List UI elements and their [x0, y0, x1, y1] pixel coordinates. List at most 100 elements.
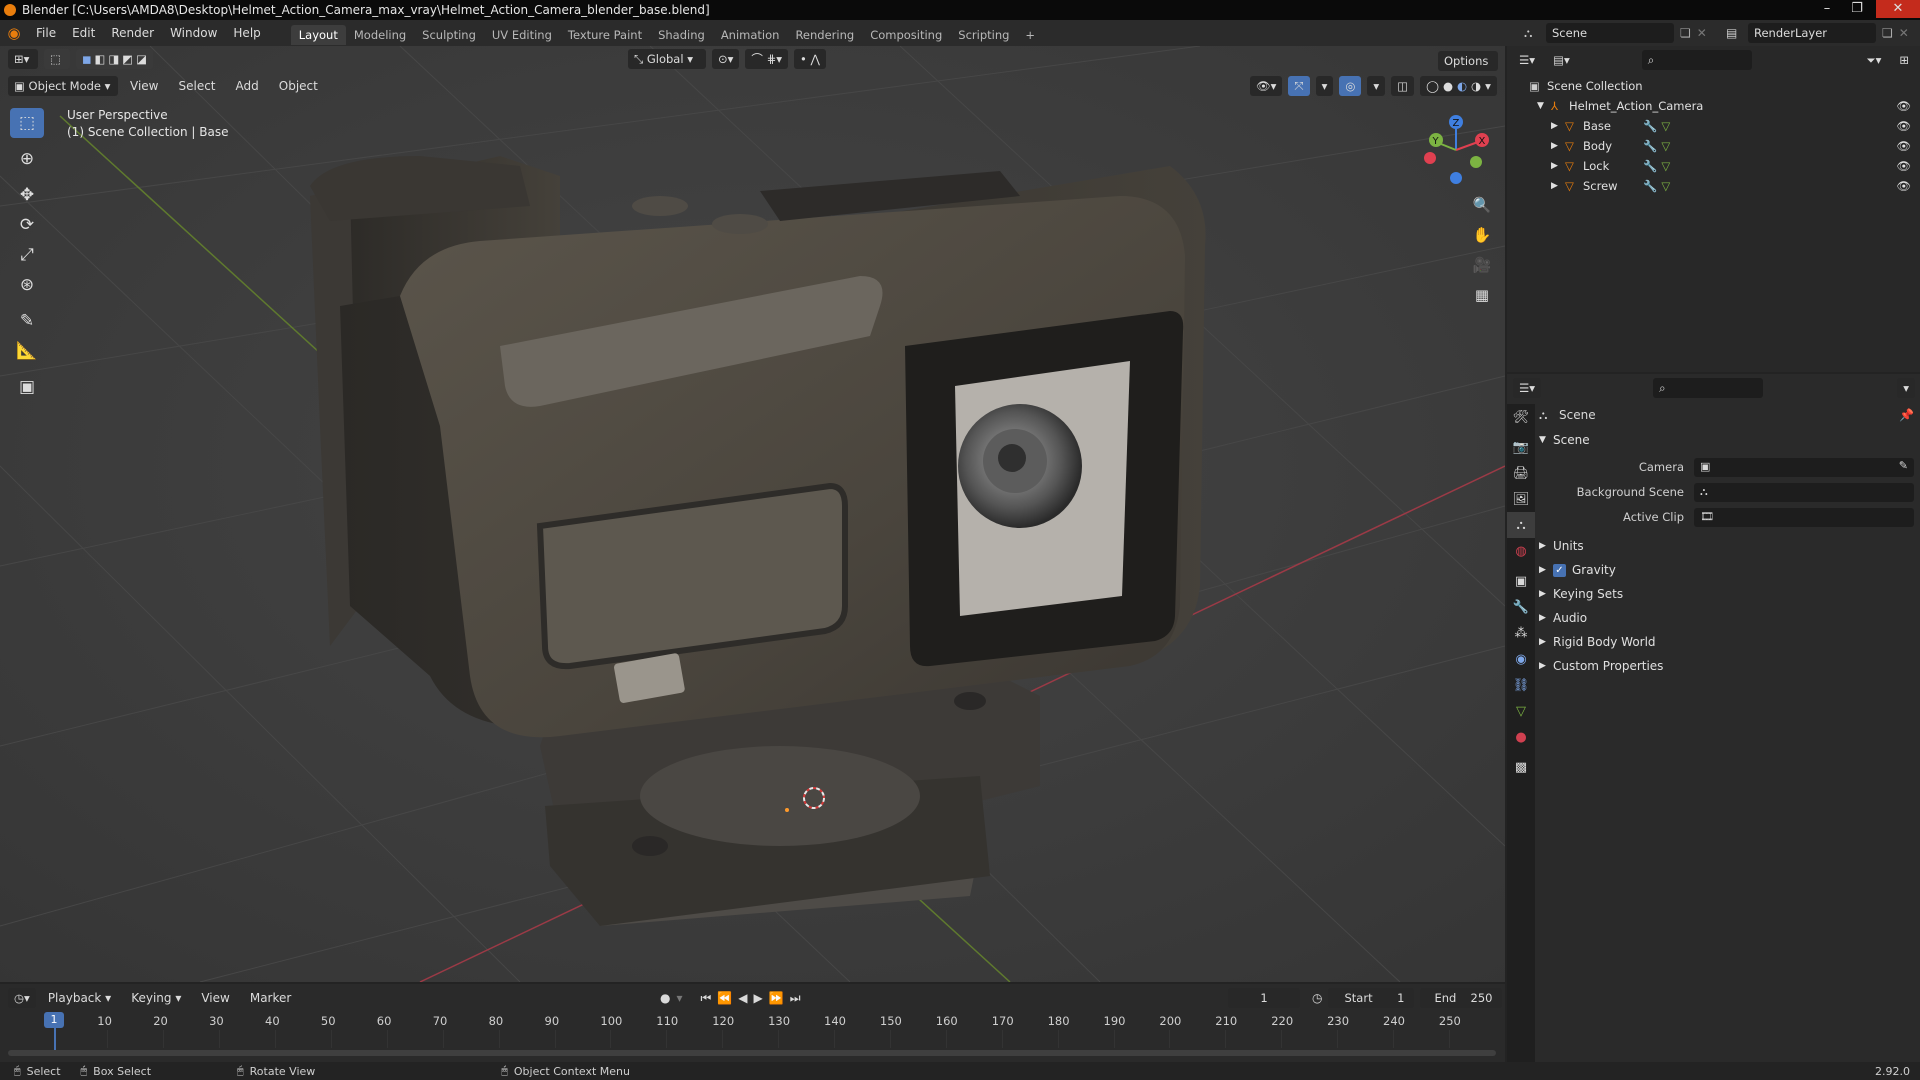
modifier-wrench-icon[interactable]: 🔧 — [1643, 156, 1657, 176]
expand-icon[interactable]: ▶ — [1551, 176, 1565, 196]
tree-object-screw[interactable]: ▶ ▽ Screw 🔧 ▽ 👁 — [1529, 176, 1919, 196]
pivot-point-icon[interactable]: ⊙▾ — [712, 49, 740, 69]
xray-icon[interactable]: ◫ — [1391, 76, 1415, 96]
tab-scripting[interactable]: Scripting — [950, 25, 1017, 45]
3d-viewport[interactable]: ⊞▾ ⬚ ◼ ◧ ◨ ◩ ◪ ⤡ Global ▾ ⊙▾ ⌒ ⋕▾ • ⋀ Op… — [0, 46, 1505, 982]
gizmo-toggle-icon[interactable]: ⤧ — [1288, 76, 1310, 96]
filter-icon[interactable]: ⏷▾ — [1860, 50, 1888, 70]
renderlayer-selector[interactable]: ▤ RenderLayer ❏ ✕ — [1726, 23, 1909, 43]
panel-rigid-body-world-header[interactable]: ▶ Rigid Body World — [1539, 630, 1914, 654]
expand-icon[interactable]: ▶ — [1551, 136, 1565, 156]
tab-modeling[interactable]: Modeling — [346, 25, 414, 45]
modifier-wrench-icon[interactable]: 🔧 — [1643, 116, 1657, 136]
select-tool-icon[interactable]: ⬚ — [44, 49, 70, 69]
overlay-dropdown-icon[interactable]: ▾ — [1367, 76, 1386, 96]
viewport-menu-select[interactable]: Select — [170, 76, 223, 96]
visibility-icon[interactable]: 👁▾ — [1250, 76, 1283, 96]
pan-hand-icon[interactable]: ✋ — [1469, 222, 1495, 248]
mesh-data-icon[interactable]: ▽ — [1661, 156, 1670, 176]
outliner-search-input[interactable]: ⌕ — [1641, 50, 1752, 70]
visibility-eye-icon[interactable]: 👁 — [1896, 116, 1911, 136]
tab-rendering[interactable]: Rendering — [787, 25, 862, 45]
add-workspace-icon[interactable]: + — [1017, 25, 1043, 45]
remove-renderlayer-icon[interactable]: ✕ — [1899, 26, 1909, 40]
visibility-eye-icon[interactable]: 👁 — [1896, 176, 1911, 196]
tool-add-cube-icon[interactable]: ▣ — [10, 372, 44, 402]
expand-icon[interactable]: ▶ — [1539, 630, 1553, 654]
close-icon[interactable]: ✕ — [1876, 0, 1920, 18]
menu-edit[interactable]: Edit — [64, 20, 103, 46]
menu-window[interactable]: Window — [162, 20, 225, 46]
tree-collection[interactable]: ▼ ⅄ Helmet_Action_Camera 👁 — [1529, 96, 1919, 116]
expand-icon[interactable]: ▶ — [1551, 156, 1565, 176]
blender-menu-icon[interactable]: ◉ — [0, 24, 28, 42]
transform-orientation-dropdown[interactable]: ⤡ Global ▾ — [628, 49, 706, 69]
shading-mode-group[interactable]: ◯ ● ◐ ◑ ▾ — [1420, 76, 1497, 96]
modifier-wrench-icon[interactable]: 🔧 — [1643, 136, 1657, 156]
mesh-data-icon[interactable]: ▽ — [1661, 176, 1670, 196]
camera-field[interactable]: ▣ ✎ — [1694, 457, 1914, 477]
output-tab-icon[interactable]: 🖨 — [1507, 460, 1535, 486]
panel-keying-sets-header[interactable]: ▶ Keying Sets — [1539, 582, 1914, 606]
material-shading-icon[interactable]: ◐ — [1457, 76, 1467, 96]
expand-icon[interactable]: ▶ — [1539, 582, 1553, 606]
camera-view-icon[interactable]: 🎥 — [1469, 252, 1495, 278]
proportional-edit-icon[interactable]: • ⋀ — [794, 49, 826, 69]
visibility-eye-icon[interactable]: 👁 — [1896, 96, 1911, 116]
playhead-frame-indicator[interactable]: 1 — [44, 1012, 64, 1028]
menu-help[interactable]: Help — [225, 20, 268, 46]
active-clip-field[interactable]: 🎞 — [1694, 507, 1914, 527]
tool-measure-icon[interactable]: 📐 — [10, 336, 44, 366]
tool-select-box-icon[interactable]: ⬚ — [10, 108, 44, 138]
particles-tab-icon[interactable]: ⁂ — [1507, 620, 1535, 646]
viewport-menu-add[interactable]: Add — [228, 76, 267, 96]
collapse-icon[interactable]: ▼ — [1539, 428, 1553, 452]
expand-icon[interactable]: ▶ — [1551, 116, 1565, 136]
scene-selector[interactable]: ⛬ Scene ❏ ✕ — [1524, 23, 1707, 43]
solid-shading-icon[interactable]: ● — [1443, 76, 1453, 96]
mode-subtract-icon[interactable]: ◨ — [108, 49, 119, 69]
tool-rotate-icon[interactable]: ⟳ — [10, 210, 44, 240]
remove-scene-icon[interactable]: ✕ — [1697, 26, 1707, 40]
eyedropper-icon[interactable]: ✎ — [1899, 459, 1908, 472]
snap-icon[interactable]: ⌒ ⋕▾ — [745, 49, 788, 69]
renderlayer-name-field[interactable]: RenderLayer — [1748, 23, 1876, 43]
panel-custom-properties-header[interactable]: ▶ Custom Properties — [1539, 654, 1914, 678]
gravity-checkbox[interactable]: ✓ — [1553, 563, 1566, 577]
editor-type-icon[interactable]: ⊞▾ — [8, 49, 38, 69]
tree-object-lock[interactable]: ▶ ▽ Lock 🔧 ▽ 👁 — [1529, 156, 1919, 176]
visibility-eye-icon[interactable]: 👁 — [1896, 156, 1911, 176]
zoom-icon[interactable]: 🔍 — [1469, 192, 1495, 218]
copy-renderlayer-icon[interactable]: ❏ — [1882, 26, 1893, 40]
tab-shading[interactable]: Shading — [650, 25, 713, 45]
new-collection-icon[interactable]: ⊞ — [1893, 50, 1915, 70]
minimize-icon[interactable]: – — [1812, 0, 1842, 18]
tree-scene-collection[interactable]: ▣ Scene Collection — [1529, 76, 1919, 96]
expand-icon[interactable]: ▶ — [1539, 654, 1553, 678]
visibility-eye-icon[interactable]: 👁 — [1896, 136, 1911, 156]
mesh-data-icon[interactable]: ▽ — [1661, 116, 1670, 136]
tab-compositing[interactable]: Compositing — [862, 25, 950, 45]
tool-scale-icon[interactable]: ⤢ — [10, 240, 44, 270]
tool-tab-icon[interactable]: 🛠 — [1507, 404, 1535, 430]
physics-tab-icon[interactable]: ◉ — [1507, 646, 1535, 672]
texture-tab-icon[interactable]: ▩ — [1507, 754, 1535, 780]
wireframe-shading-icon[interactable]: ◯ — [1426, 76, 1439, 96]
tool-annotate-icon[interactable]: ✎ — [10, 306, 44, 336]
modifier-wrench-icon[interactable]: 🔧 — [1643, 176, 1657, 196]
object-tab-icon[interactable]: ▣ — [1507, 568, 1535, 594]
mode-extend-icon[interactable]: ◧ — [95, 49, 106, 69]
data-tab-icon[interactable]: ▽ — [1507, 698, 1535, 724]
tab-sculpting[interactable]: Sculpting — [414, 25, 484, 45]
render-tab-icon[interactable]: 📷 — [1507, 434, 1535, 460]
expand-icon[interactable]: ▶ — [1539, 606, 1553, 630]
timeline-scrollbar[interactable] — [8, 1050, 1496, 1056]
tool-move-icon[interactable]: ✥ — [10, 180, 44, 210]
copy-scene-icon[interactable]: ❏ — [1680, 26, 1691, 40]
selection-mode-group[interactable]: ◼ ◧ ◨ ◩ ◪ — [76, 49, 154, 69]
mode-intersect-icon[interactable]: ◪ — [136, 49, 147, 69]
menu-file[interactable]: File — [28, 20, 64, 46]
scene-name-field[interactable]: Scene — [1546, 23, 1674, 43]
tool-cursor-icon[interactable]: ⊕ — [10, 144, 44, 174]
options-dropdown[interactable]: Options ▾ — [1438, 51, 1498, 88]
